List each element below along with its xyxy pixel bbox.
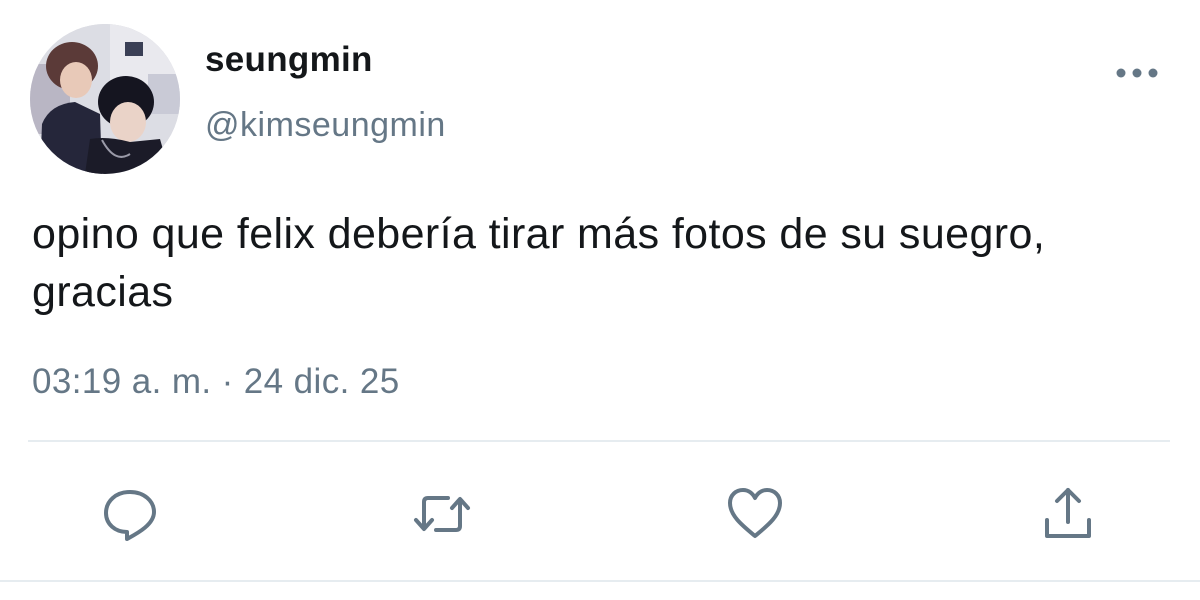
retweet-button[interactable] — [412, 484, 472, 544]
retweet-icon — [414, 496, 470, 532]
bottom-divider — [0, 580, 1200, 582]
like-button[interactable] — [725, 484, 785, 544]
reply-icon — [104, 490, 156, 541]
tweet-card: seungmin @kimseungmin opino que felix de… — [0, 0, 1200, 600]
user-handle[interactable]: @kimseungmin — [205, 106, 446, 145]
divider — [28, 440, 1170, 442]
more-horizontal-icon — [1116, 68, 1158, 78]
reply-button[interactable] — [100, 484, 160, 544]
heart-icon — [728, 488, 782, 538]
tweet-timestamp[interactable]: 03:19 a. m. · 24 dic. 25 — [32, 362, 400, 402]
display-name[interactable]: seungmin — [205, 40, 373, 80]
avatar[interactable] — [30, 24, 180, 174]
more-options-button[interactable] — [1112, 60, 1162, 86]
avatar-image — [30, 24, 180, 174]
share-icon — [1045, 488, 1091, 538]
share-button[interactable] — [1038, 484, 1098, 544]
tweet-text: opino que felix debería tirar más fotos … — [32, 210, 1046, 316]
